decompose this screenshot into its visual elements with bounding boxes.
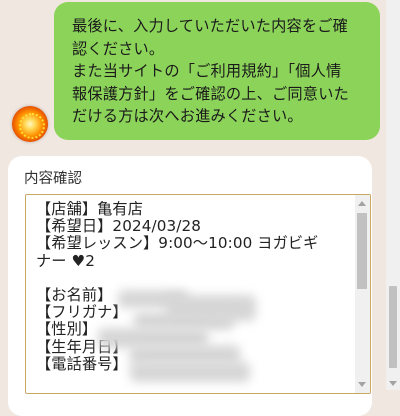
bot-message-text: 最後に、入力していただいた内容をご確 認ください。 また当サイトの「ご利用規約」… [72, 17, 349, 125]
redacted-phone [130, 362, 250, 382]
confirmation-card: 内容確認 【店舗】亀有店 【希望日】2024/03/28 【希望レッスン】9:0… [8, 156, 372, 416]
summary-textarea[interactable]: 【店舗】亀有店 【希望日】2024/03/28 【希望レッスン】9:00～10:… [25, 194, 371, 394]
chat-area: 最後に、入力していただいた内容をご確 認ください。 また当サイトの「ご利用規約」… [0, 0, 386, 416]
scroll-down-arrow-icon[interactable] [358, 382, 366, 387]
sun-avatar-icon [12, 106, 48, 142]
page-scrollbar[interactable] [386, 0, 400, 390]
confirmation-title: 内容確認 [24, 171, 82, 187]
scroll-up-arrow-icon[interactable] [358, 201, 366, 206]
bot-message-bubble: 最後に、入力していただいた内容をご確 認ください。 また当サイトの「ご利用規約」… [54, 2, 380, 140]
textarea-scrollbar[interactable] [355, 195, 370, 393]
textarea-scroll-thumb[interactable] [357, 213, 367, 289]
page-scroll-down-arrow-icon[interactable] [389, 381, 397, 386]
page-scroll-thumb[interactable] [389, 286, 397, 368]
